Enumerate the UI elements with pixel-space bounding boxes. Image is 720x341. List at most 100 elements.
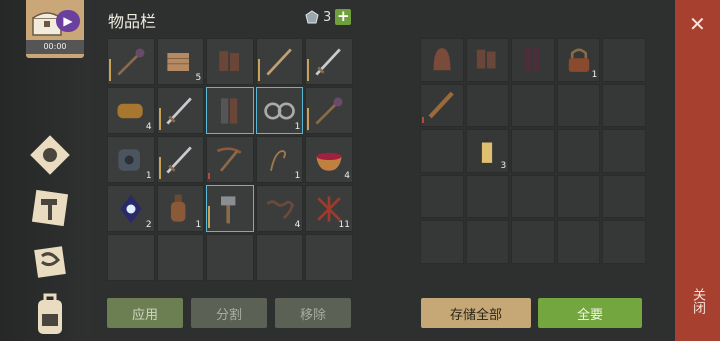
- storage-slot[interactable]: [511, 38, 555, 82]
- inventory-slot[interactable]: [305, 87, 353, 134]
- storage-slot[interactable]: [420, 83, 464, 128]
- storage-slot[interactable]: [556, 129, 601, 173]
- close-panel[interactable]: ✕ 关闭: [675, 0, 720, 341]
- add-currency-button[interactable]: +: [335, 9, 352, 25]
- inventory-slot[interactable]: 1: [255, 136, 304, 183]
- inventory-title: 物品栏: [108, 12, 157, 31]
- storage-slot[interactable]: [420, 174, 464, 219]
- storage-slot[interactable]: [420, 38, 464, 82]
- storage-slot[interactable]: [465, 174, 510, 219]
- gem-icon: [305, 10, 319, 24]
- item-quantity: 2: [145, 220, 152, 230]
- storage-slot[interactable]: [511, 83, 555, 128]
- inventory-slot[interactable]: [255, 38, 304, 85]
- inventory-slot[interactable]: [206, 234, 254, 281]
- storage-slot[interactable]: 3: [465, 129, 510, 173]
- durability-bar: [307, 59, 310, 81]
- padlock-icon: [568, 48, 589, 72]
- hood-icon: [433, 47, 451, 70]
- item-quantity: 1: [294, 122, 301, 132]
- inventory-slot[interactable]: [206, 38, 254, 85]
- storage-slot[interactable]: [511, 220, 555, 264]
- inventory-slot[interactable]: 4: [305, 136, 353, 183]
- inventory-slot[interactable]: [305, 234, 353, 281]
- inventory-slot[interactable]: 1: [255, 87, 304, 134]
- record-badge-icon[interactable]: ▶: [56, 10, 80, 32]
- storage-slot[interactable]: [602, 129, 646, 173]
- inventory-slot[interactable]: [206, 136, 254, 183]
- storage-slot[interactable]: [465, 38, 510, 82]
- spiked-club-icon: [428, 92, 454, 119]
- gear-cylinder-icon: [118, 148, 140, 171]
- backpack-icon[interactable]: [30, 292, 70, 340]
- wooden-spear-icon: [265, 47, 292, 76]
- storage-slot[interactable]: [420, 220, 464, 264]
- close-icon[interactable]: ✕: [689, 12, 706, 36]
- sword-icon: [315, 47, 341, 76]
- sword-icon: [166, 96, 193, 125]
- item-quantity: 1: [145, 171, 152, 181]
- close-label[interactable]: 关闭: [689, 288, 707, 314]
- take-all-button[interactable]: 全要: [538, 298, 642, 328]
- leg-armor-icon: [220, 97, 238, 124]
- bread-ingot-icon: [117, 103, 143, 118]
- chest-tab[interactable]: ▶ 00:00: [26, 0, 84, 58]
- gloves-icon: [477, 49, 496, 69]
- inventory-slot[interactable]: [107, 234, 155, 281]
- bottle-icon: [171, 194, 186, 222]
- candle-icon: [482, 137, 493, 163]
- storage-slot[interactable]: [420, 129, 464, 173]
- inventory-slot[interactable]: [156, 87, 205, 134]
- item-quantity: 3: [500, 160, 507, 171]
- currency-display: 3 +: [305, 9, 352, 25]
- apply-button[interactable]: 应用: [107, 298, 183, 328]
- split-button[interactable]: 分割: [191, 298, 267, 328]
- inventory-slot[interactable]: 1: [156, 185, 205, 232]
- inventory-slot[interactable]: 4: [255, 185, 304, 232]
- storage-slot[interactable]: [556, 83, 601, 128]
- chain-icon: [266, 199, 294, 219]
- store-all-button[interactable]: 存储全部: [421, 298, 531, 328]
- storage-slot[interactable]: 1: [556, 38, 601, 82]
- storage-slot[interactable]: [556, 174, 601, 219]
- inventory-slot[interactable]: [305, 38, 353, 85]
- left-sidebar: ▶ 00:00: [0, 0, 90, 341]
- hammer-icon[interactable]: [30, 188, 70, 228]
- gloves-icon: [219, 50, 239, 71]
- rope-icon: [269, 149, 286, 171]
- inventory-grid: 5 4 1 1 1 4 2 1 4 11: [107, 38, 353, 281]
- inventory-slot[interactable]: [156, 234, 205, 281]
- sun-icon[interactable]: [30, 135, 70, 175]
- storage-slot[interactable]: [511, 129, 555, 173]
- durability-bar: [257, 59, 260, 81]
- storage-slot[interactable]: [511, 174, 555, 219]
- durability-bar: [422, 117, 424, 124]
- storage-slot[interactable]: [556, 220, 601, 264]
- item-quantity: 1: [591, 69, 598, 80]
- inventory-slot[interactable]: [156, 136, 205, 183]
- storage-slot[interactable]: [465, 83, 510, 128]
- berry-bowl-icon: [316, 152, 342, 171]
- durability-bar: [158, 108, 161, 130]
- inventory-slot[interactable]: [107, 38, 155, 85]
- inventory-slot[interactable]: [255, 234, 304, 281]
- storage-slot[interactable]: [602, 38, 646, 82]
- inventory-slot[interactable]: 1: [107, 136, 155, 183]
- inventory-slot[interactable]: 5: [156, 38, 205, 85]
- storage-slot[interactable]: [465, 220, 510, 264]
- storage-grid: 13: [420, 38, 646, 264]
- scroll-icon[interactable]: [30, 242, 70, 282]
- storage-slot[interactable]: [602, 174, 646, 219]
- durability-bar: [109, 59, 111, 81]
- record-timer: 00:00: [26, 40, 84, 54]
- inventory-slot[interactable]: 11: [305, 185, 353, 232]
- inventory-slot[interactable]: [206, 87, 254, 134]
- inventory-slot[interactable]: [206, 185, 254, 232]
- storage-slot[interactable]: [602, 83, 646, 128]
- inventory-slot[interactable]: 4: [107, 87, 155, 134]
- item-quantity: 4: [294, 220, 301, 230]
- durability-bar: [208, 206, 211, 228]
- inventory-slot[interactable]: 2: [107, 185, 155, 232]
- remove-button[interactable]: 移除: [275, 298, 351, 328]
- storage-slot[interactable]: [602, 220, 646, 264]
